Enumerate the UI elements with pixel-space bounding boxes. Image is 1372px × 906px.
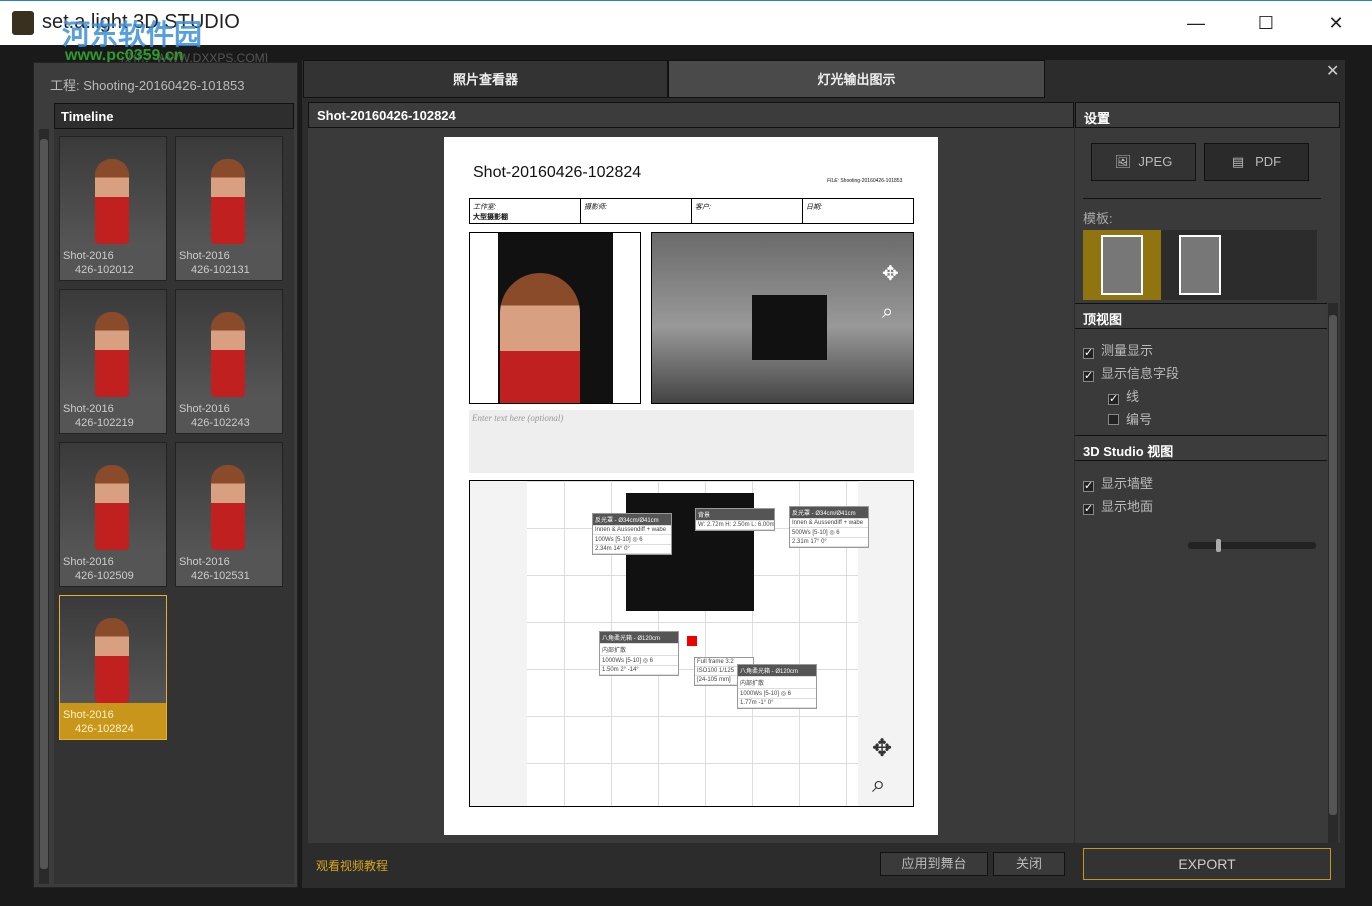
panel-close-button[interactable]: ✕ bbox=[1326, 61, 1339, 81]
sheet-title: Shot-20160426-102824 bbox=[473, 164, 642, 181]
minimize-button[interactable]: — bbox=[1176, 9, 1216, 37]
shot-label: 426-102243 bbox=[191, 417, 250, 429]
checkbox-numbers[interactable]: 编号 bbox=[1108, 409, 1152, 428]
document-icon: ▤ bbox=[1231, 154, 1245, 169]
shot-label: Shot-2016 bbox=[63, 556, 114, 568]
field-date[interactable]: 日期: bbox=[803, 199, 913, 223]
image-icon: 🖼 bbox=[1114, 154, 1132, 169]
diagram-page: Shot-20160426-102824 FILE: Shooting-2016… bbox=[444, 137, 938, 835]
shot-label: Shot-2016 bbox=[179, 403, 230, 415]
shot-thumbnail[interactable]: Shot-2016 426-102131 bbox=[175, 136, 283, 281]
shot-label: Shot-2016 bbox=[179, 250, 230, 262]
maximize-button[interactable]: ☐ bbox=[1246, 9, 1286, 37]
checkbox-info-fields[interactable]: ✓ 显示信息字段 bbox=[1083, 363, 1179, 382]
file-value: Shooting-20160426-101853 bbox=[840, 178, 903, 184]
field-photographer[interactable]: 摄影师: bbox=[581, 199, 692, 223]
shot-label: 426-102219 bbox=[75, 417, 134, 429]
lighting-diagram-dialog: 照片查看器 灯光输出图示 ✕ Shot-20160426-102824 设置 S… bbox=[302, 60, 1345, 888]
pdf-button[interactable]: ▤ PDF bbox=[1204, 143, 1309, 181]
shot-label: 426-102509 bbox=[75, 570, 134, 582]
timeline-title: Timeline bbox=[54, 103, 294, 129]
shot-thumbnail[interactable]: Shot-2016 426-102012 bbox=[59, 136, 167, 281]
tab-photo-viewer[interactable]: 照片查看器 bbox=[303, 60, 668, 98]
shot-label: Shot-2016 bbox=[179, 556, 230, 568]
jpeg-button[interactable]: 🖼 JPEG bbox=[1091, 143, 1196, 181]
top-view-diagram: 反光罩 - Ø34cm/Ø41cm Innen & Aussendiff + wa… bbox=[469, 480, 914, 807]
shot-label: Shot-2016 bbox=[63, 250, 114, 262]
export-button[interactable]: EXPORT bbox=[1083, 848, 1331, 880]
info-fields: 工作室: 大型摄影棚 摄影师: 客户: 日期: bbox=[469, 198, 914, 224]
shot-thumbnail[interactable]: Shot-2016 426-102509 bbox=[59, 442, 167, 587]
apply-to-stage-button[interactable]: 应用到舞台 bbox=[880, 852, 988, 876]
3d-studio-view: ✥ ⌕ bbox=[651, 232, 914, 404]
checkbox-show-floor[interactable]: ✓ 显示地面 bbox=[1083, 496, 1153, 515]
template-label: 模板: bbox=[1083, 211, 1113, 226]
settings-scrollbar[interactable] bbox=[1328, 303, 1338, 843]
shot-thumbnail-selected[interactable]: Shot-2016 426-102824 bbox=[59, 595, 167, 740]
camera-marker bbox=[687, 636, 697, 646]
shot-label: Shot-2016 bbox=[63, 709, 114, 721]
shot-thumbnail[interactable]: Shot-2016 426-102531 bbox=[175, 442, 283, 587]
close-button[interactable]: 关闭 bbox=[993, 852, 1065, 876]
shot-label: 426-102131 bbox=[191, 264, 250, 276]
notes-input[interactable]: Enter text here (optional) bbox=[469, 410, 914, 473]
shot-header: Shot-20160426-102824 bbox=[308, 102, 1074, 128]
video-tutorial-link[interactable]: 观看视频教程 bbox=[316, 857, 388, 874]
checkbox-lines[interactable]: ✓ 线 bbox=[1108, 386, 1139, 405]
checkbox-measurements[interactable]: ✓ 测量显示 bbox=[1083, 340, 1153, 359]
checkbox-show-walls[interactable]: ✓ 显示墙壁 bbox=[1083, 473, 1153, 492]
field-client[interactable]: 客户: bbox=[692, 199, 803, 223]
timeline-panel: 工程: Shooting-20160426-101853 Timeline Sh… bbox=[33, 62, 298, 888]
shot-thumbnail[interactable]: Shot-2016 426-102219 bbox=[59, 289, 167, 434]
shot-label: 426-102531 bbox=[191, 570, 250, 582]
title-bar: set.a.light 3D STUDIO 河东软件园 — ☐ ✕ bbox=[0, 0, 1372, 50]
template-picker bbox=[1083, 230, 1317, 300]
shot-label: 426-102012 bbox=[75, 264, 134, 276]
diagram-controls-icon[interactable]: ✥ ⌕ bbox=[872, 731, 892, 803]
field-studio[interactable]: 工作室: 大型摄影棚 bbox=[470, 199, 581, 223]
app-icon bbox=[12, 11, 34, 35]
project-name: 工程: Shooting-20160426-101853 bbox=[50, 78, 245, 93]
template-option[interactable] bbox=[1179, 235, 1221, 295]
shot-label: 426-102824 bbox=[75, 723, 134, 735]
tab-lighting-diagram[interactable]: 灯光输出图示 bbox=[668, 60, 1045, 98]
slider-handle[interactable] bbox=[1216, 539, 1221, 552]
settings-header: 设置 bbox=[1075, 102, 1340, 128]
shot-label: Shot-2016 bbox=[63, 403, 114, 415]
settings-panel: 🖼 JPEG ▤ PDF 模板: 顶视图 ✓ 测量显示 ✓ 显示信息字段 ✓ 线 编号… bbox=[1075, 128, 1340, 843]
file-label: FILE: bbox=[827, 178, 839, 184]
close-window-button[interactable]: ✕ bbox=[1316, 9, 1356, 37]
studio-view-section: 3D Studio 视图 bbox=[1075, 435, 1327, 461]
slider[interactable] bbox=[1188, 539, 1316, 552]
shot-thumbnail[interactable]: Shot-2016 426-102243 bbox=[175, 289, 283, 434]
timeline-scrollbar[interactable] bbox=[39, 129, 49, 884]
view-controls-icon[interactable]: ✥ ⌕ bbox=[882, 255, 899, 331]
template-option-selected[interactable] bbox=[1083, 230, 1161, 300]
photo-preview bbox=[469, 232, 641, 404]
top-view-section: 顶视图 bbox=[1075, 303, 1327, 329]
timeline-list: Shot-2016 426-102012 Shot-2016 426-102131 … bbox=[54, 129, 294, 884]
